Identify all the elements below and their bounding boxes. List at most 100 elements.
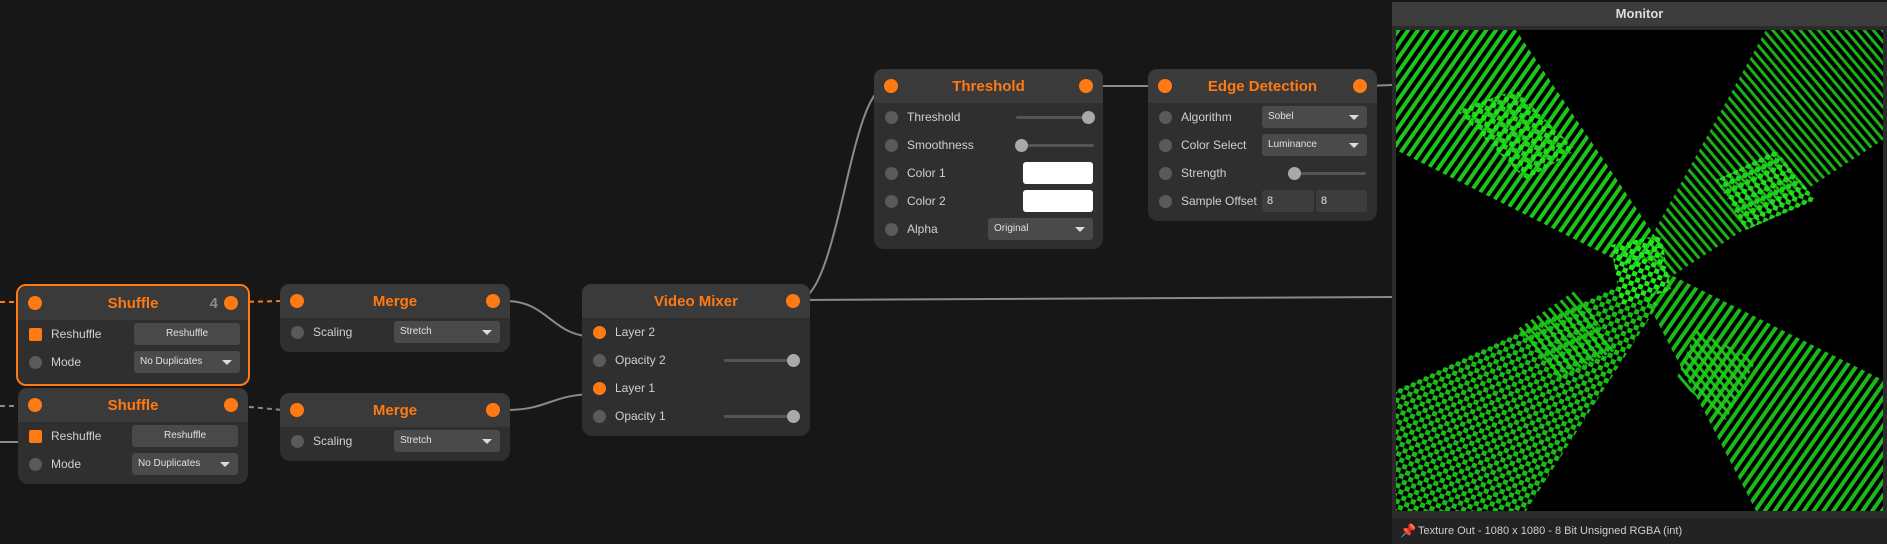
mode-select[interactable]: No Duplicates (134, 351, 240, 373)
color1-row: Color 1 (874, 159, 1103, 187)
input-port[interactable] (290, 294, 304, 308)
algorithm-port[interactable] (1159, 111, 1172, 124)
opacity1-slider-handle[interactable] (787, 410, 800, 423)
mode-label: Mode (51, 457, 82, 471)
node-title: Merge (372, 401, 418, 419)
mode-port[interactable] (29, 458, 42, 471)
mode-row: Mode No Duplicates (18, 348, 248, 376)
reshuffle-port[interactable] (29, 328, 42, 341)
mode-port[interactable] (29, 356, 42, 369)
opacity2-row: Opacity 2 (582, 346, 810, 374)
color-select-port[interactable] (1159, 139, 1172, 152)
reshuffle-button[interactable]: Reshuffle (134, 323, 240, 345)
opacity1-port[interactable] (593, 410, 606, 423)
mode-select[interactable]: No Duplicates (132, 453, 238, 475)
color1-port[interactable] (885, 167, 898, 180)
sample-offset-label: Sample Offset (1181, 194, 1257, 208)
mode-row: Mode No Duplicates (18, 450, 248, 478)
color1-label: Color 1 (907, 166, 946, 180)
video-mixer-header[interactable]: Video Mixer (582, 284, 810, 318)
output-port[interactable] (1353, 79, 1367, 93)
output-port[interactable] (486, 294, 500, 308)
output-port[interactable] (224, 398, 238, 412)
sample-offset-port[interactable] (1159, 195, 1172, 208)
color2-swatch[interactable] (1023, 190, 1093, 212)
scaling-label: Scaling (313, 434, 353, 448)
opacity2-slider-handle[interactable] (787, 354, 800, 367)
reshuffle-row: Reshuffle Reshuffle (18, 422, 248, 450)
threshold-port[interactable] (885, 111, 898, 124)
pin-icon[interactable]: 📌 (1400, 518, 1416, 544)
color1-swatch[interactable] (1023, 162, 1093, 184)
input-port[interactable] (28, 398, 42, 412)
smoothness-slider-handle[interactable] (1015, 139, 1028, 152)
sample-offset-y-field[interactable]: 8 (1316, 190, 1367, 212)
mode-label: Mode (51, 355, 82, 369)
threshold-slider-handle[interactable] (1082, 111, 1095, 124)
layer1-row: Layer 1 (582, 374, 810, 402)
color2-port[interactable] (885, 195, 898, 208)
reshuffle-label: Reshuffle (51, 327, 102, 341)
reshuffle-button[interactable]: Reshuffle (132, 425, 238, 447)
merge-node-2[interactable]: Merge Scaling Stretch (280, 393, 510, 461)
scaling-value: Stretch (400, 326, 432, 337)
alpha-label: Alpha (907, 222, 938, 236)
chevron-down-icon (220, 462, 230, 467)
layer2-label: Layer 2 (615, 325, 656, 339)
scaling-select[interactable]: Stretch (394, 321, 500, 343)
count-badge: 4 (209, 295, 218, 312)
color2-label: Color 2 (907, 194, 946, 208)
merge-node-1[interactable]: Merge Scaling Stretch (280, 284, 510, 352)
opacity2-port[interactable] (593, 354, 606, 367)
scaling-row: Scaling Stretch (280, 318, 510, 346)
scaling-port[interactable] (291, 435, 304, 448)
strength-slider-handle[interactable] (1288, 167, 1301, 180)
threshold-header[interactable]: Threshold (874, 69, 1103, 103)
smoothness-port[interactable] (885, 139, 898, 152)
output-port[interactable] (224, 296, 238, 310)
shuffle-node-1-header[interactable]: Shuffle 4 (18, 286, 248, 320)
sample-offset-row: Sample Offset 8 8 (1148, 187, 1377, 215)
threshold-node[interactable]: Threshold Threshold Smoothness Color 1 C… (874, 69, 1103, 249)
layer2-row: Layer 2 (582, 318, 810, 346)
scaling-select[interactable]: Stretch (394, 430, 500, 452)
alpha-select[interactable]: Original (988, 218, 1093, 240)
edge-detection-header[interactable]: Edge Detection (1148, 69, 1377, 103)
opacity2-label: Opacity 2 (615, 353, 666, 367)
video-mixer-node[interactable]: Video Mixer Layer 2 Opacity 2 Layer 1 Op… (582, 284, 810, 436)
shuffle-node-2-header[interactable]: Shuffle (18, 388, 248, 422)
algorithm-select[interactable]: Sobel (1262, 106, 1367, 128)
input-port[interactable] (1158, 79, 1172, 93)
strength-port[interactable] (1159, 167, 1172, 180)
shuffle-node-1[interactable]: Shuffle 4 Reshuffle Reshuffle Mode No Du… (16, 284, 250, 386)
layer2-port[interactable] (593, 326, 606, 339)
shuffle-node-2[interactable]: Shuffle Reshuffle Reshuffle Mode No Dupl… (18, 388, 248, 484)
opacity1-label: Opacity 1 (615, 409, 666, 423)
reshuffle-port[interactable] (29, 430, 42, 443)
layer1-port[interactable] (593, 382, 606, 395)
color-select-row: Color Select Luminance (1148, 131, 1377, 159)
alpha-port[interactable] (885, 223, 898, 236)
algorithm-label: Algorithm (1181, 110, 1232, 124)
sample-offset-x-field[interactable]: 8 (1262, 190, 1314, 212)
color-select-select[interactable]: Luminance (1262, 134, 1367, 156)
node-title: Merge (372, 292, 418, 310)
node-title: Edge Detection (1207, 77, 1318, 95)
merge-node-2-header[interactable]: Merge (280, 393, 510, 427)
monitor-panel[interactable]: Monitor 📌 Texture Out - 1080 x 1080 - 8 … (1392, 2, 1887, 544)
input-port[interactable] (290, 403, 304, 417)
input-port[interactable] (28, 296, 42, 310)
monitor-status-bar: 📌 Texture Out - 1080 x 1080 - 8 Bit Unsi… (1392, 518, 1887, 544)
merge-node-1-header[interactable]: Merge (280, 284, 510, 318)
edge-detection-node[interactable]: Edge Detection Algorithm Sobel Color Sel… (1148, 69, 1377, 221)
reshuffle-row: Reshuffle Reshuffle (18, 320, 248, 348)
alpha-row: Alpha Original (874, 215, 1103, 243)
output-port[interactable] (486, 403, 500, 417)
output-port[interactable] (1079, 79, 1093, 93)
chevron-down-icon (482, 330, 492, 335)
output-port[interactable] (786, 294, 800, 308)
monitor-status-text: Texture Out - 1080 x 1080 - 8 Bit Unsign… (1418, 525, 1683, 537)
scaling-row: Scaling Stretch (280, 427, 510, 455)
scaling-port[interactable] (291, 326, 304, 339)
input-port[interactable] (884, 79, 898, 93)
